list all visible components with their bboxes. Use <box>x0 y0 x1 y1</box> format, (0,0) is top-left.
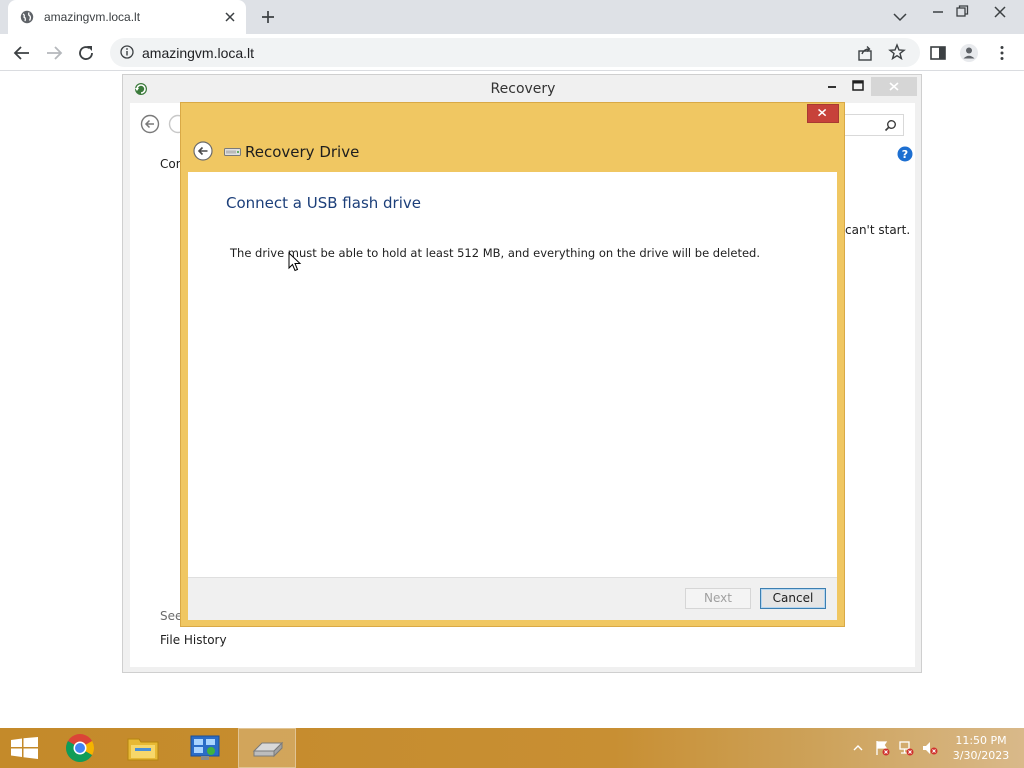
dialog-footer: Next Cancel <box>188 577 837 620</box>
taskbar-recovery-drive[interactable] <box>238 728 296 768</box>
tab-search-chevron-icon[interactable] <box>890 9 910 25</box>
clock-time: 11:50 PM <box>955 734 1007 747</box>
close-window-icon[interactable] <box>990 4 1010 20</box>
control-panel-search-box[interactable] <box>840 114 904 136</box>
browser-tab[interactable]: amazingvm.loca.lt <box>8 0 246 34</box>
taskbar-chrome[interactable] <box>52 728 110 768</box>
share-icon[interactable] <box>856 44 874 62</box>
dialog-back-icon[interactable] <box>193 141 213 161</box>
drive-icon <box>224 148 241 156</box>
search-icon <box>884 120 896 132</box>
dialog-body: Connect a USB flash drive The drive must… <box>188 172 837 577</box>
address-bar[interactable]: amazingvm.loca.lt <box>110 38 920 67</box>
browser-tab-strip: amazingvm.loca.lt <box>0 0 1024 34</box>
network-icon[interactable] <box>898 740 914 756</box>
recovery-drive-dialog: Recovery Drive Connect a USB flash drive… <box>180 102 845 627</box>
show-hidden-icons-icon[interactable] <box>850 740 866 756</box>
new-tab-icon[interactable] <box>260 9 276 25</box>
cancel-button[interactable]: Cancel <box>760 588 826 609</box>
dialog-message: The drive must be able to hold at least … <box>230 246 760 260</box>
info-icon[interactable] <box>120 45 134 59</box>
back-arrow-icon[interactable] <box>12 43 32 63</box>
url-text: amazingvm.loca.lt <box>142 45 255 61</box>
bookmark-star-icon[interactable] <box>888 43 906 61</box>
more-menu-icon[interactable] <box>992 43 1012 63</box>
next-button[interactable]: Next <box>685 588 751 609</box>
recovery-back-icon[interactable] <box>140 114 160 134</box>
profile-avatar-icon[interactable] <box>959 43 979 63</box>
recovery-description-partial: can't start. <box>845 223 911 237</box>
drive-icon <box>252 741 284 758</box>
taskbar-file-explorer[interactable] <box>114 728 172 768</box>
restore-icon[interactable] <box>952 4 972 20</box>
recovery-maximize-icon[interactable] <box>851 79 865 93</box>
taskbar: 11:50 PM 3/30/2023 <box>0 728 1024 768</box>
remote-desktop: Recovery ? Con can't start. See File His… <box>0 72 1024 728</box>
close-icon <box>818 108 827 117</box>
control-panel-icon <box>190 735 220 760</box>
help-icon[interactable]: ? <box>897 146 913 162</box>
system-clock[interactable]: 11:50 PM 3/30/2023 <box>946 733 1016 763</box>
windows-logo-icon <box>11 737 38 759</box>
chrome-icon <box>66 734 94 762</box>
start-button[interactable] <box>0 728 48 768</box>
tab-close-icon[interactable] <box>222 9 238 25</box>
recovery-close-button[interactable] <box>871 77 917 96</box>
recovery-window-title: Recovery <box>490 81 556 97</box>
speaker-muted-icon[interactable] <box>922 740 938 756</box>
minimize-icon[interactable] <box>928 4 948 20</box>
recovery-forward-icon[interactable] <box>168 114 180 134</box>
file-history-link[interactable]: File History <box>160 633 227 647</box>
browser-toolbar: amazingvm.loca.lt <box>0 34 1024 71</box>
dialog-heading: Connect a USB flash drive <box>226 194 421 212</box>
tab-title: amazingvm.loca.lt <box>44 10 141 24</box>
globe-icon <box>20 10 34 24</box>
recovery-minimize-icon[interactable] <box>825 79 839 93</box>
dialog-close-button[interactable] <box>807 104 839 123</box>
side-panel-icon[interactable] <box>928 43 948 63</box>
svg-text:?: ? <box>902 148 908 161</box>
taskbar-control-panel[interactable] <box>176 728 234 768</box>
dialog-title: Recovery Drive <box>245 143 360 161</box>
action-center-flag-icon[interactable] <box>874 740 890 756</box>
clock-date: 3/30/2023 <box>952 749 1010 762</box>
reload-icon[interactable] <box>76 43 96 63</box>
mouse-pointer-icon <box>288 252 302 272</box>
forward-arrow-icon[interactable] <box>44 43 64 63</box>
folder-icon <box>127 738 159 761</box>
close-icon <box>889 82 899 91</box>
